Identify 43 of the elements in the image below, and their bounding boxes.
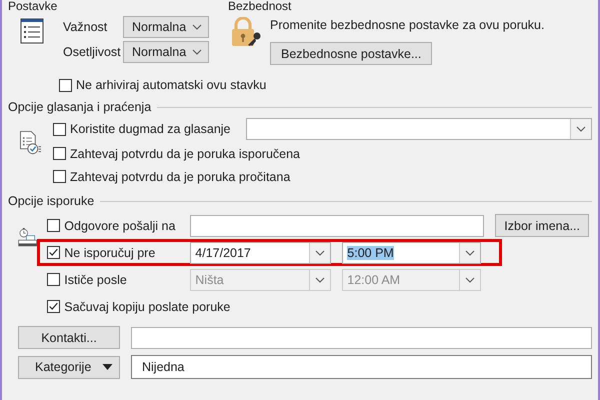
contacts-button[interactable]: Kontakti...: [18, 326, 120, 349]
checkbox-label: Zahtevaj potvrdu da je poruka pročitana: [70, 170, 290, 184]
caret-icon: [102, 364, 113, 370]
category-field[interactable]: Nijedna: [131, 355, 592, 379]
field-label: Osetljivost: [63, 44, 122, 58]
categories-button[interactable]: Kategorije: [18, 356, 120, 378]
caret-icon: [192, 24, 202, 30]
checkbox-label: Ističe posle: [64, 272, 128, 286]
input-field[interactable]: [190, 214, 484, 236]
caret-icon: [192, 48, 202, 54]
checkbox-label: Ne arhiviraj automatski ovu stavku: [76, 78, 266, 92]
caret-icon: [315, 250, 326, 256]
date-dropdown[interactable]: 4/17/2017: [190, 242, 332, 264]
caret-icon: [315, 276, 326, 282]
list-icon: [20, 18, 44, 44]
section-title: Opcije glasanja i praćenja: [8, 100, 152, 114]
checkbox[interactable]: [47, 300, 60, 313]
checkbox-label: Odgovore pošalji na: [64, 218, 176, 232]
section-title: Opcije isporuke: [8, 194, 94, 208]
security-description: Promenite bezbednosne postavke za ovu poruku.: [270, 17, 544, 34]
checkbox[interactable]: [59, 78, 72, 92]
caret-icon: [465, 250, 476, 256]
field-label: Važnost: [63, 20, 108, 34]
select-names-button[interactable]: Izbor imena...: [495, 214, 589, 237]
checkbox-label: Zahtevaj potvrdu da je poruka isporučena: [70, 146, 300, 160]
time-dropdown[interactable]: 5:00 PM: [342, 242, 482, 264]
checkbox-label: Sačuvaj kopiju poslate poruke: [64, 300, 230, 314]
section-title: Bezbednost: [228, 0, 292, 13]
caret-icon: [576, 126, 586, 132]
input-field[interactable]: [131, 326, 592, 348]
dropdown[interactable]: Normalna: [123, 40, 209, 62]
checkbox-label: Ne isporučuj pre: [64, 246, 156, 260]
security-settings-button[interactable]: Bezbednosne postavke...: [270, 42, 432, 65]
checkbox-label: Koristite dugmad za glasanje: [70, 122, 232, 136]
checkbox[interactable]: [53, 122, 66, 136]
checkbox[interactable]: [53, 147, 66, 160]
checkbox[interactable]: [47, 219, 60, 232]
caret-icon: [465, 276, 476, 282]
dropdown[interactable]: Normalna: [123, 16, 209, 38]
lock-key-icon: [230, 17, 262, 47]
section-title: Postavke: [8, 0, 58, 13]
checkbox[interactable]: [47, 246, 60, 259]
checkbox[interactable]: [53, 170, 66, 183]
